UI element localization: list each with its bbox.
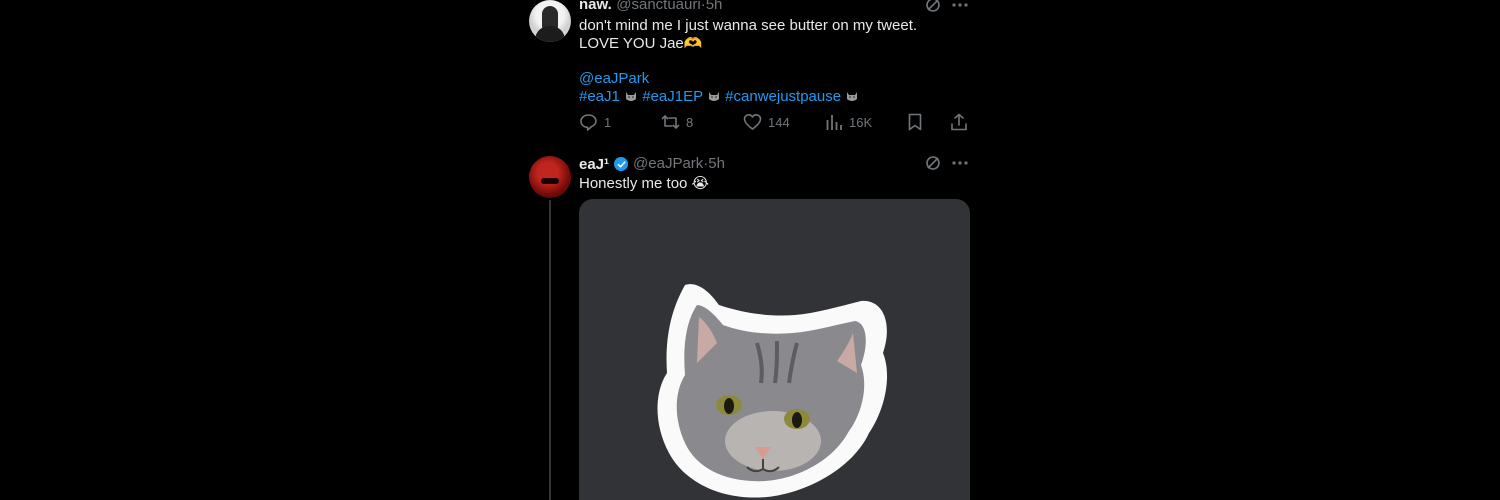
bookmark-icon bbox=[908, 113, 922, 131]
repost-icon bbox=[661, 115, 680, 129]
cat-sticker-image bbox=[657, 284, 888, 498]
tweet2-author-handle[interactable]: @eaJPark bbox=[633, 155, 703, 172]
tweet1-hashtags: #eaJ1 #eaJ1EP #canwejustpause bbox=[579, 88, 859, 105]
repost-count: 8 bbox=[686, 114, 694, 130]
grok-icon[interactable] bbox=[925, 0, 941, 13]
tweet2-media[interactable] bbox=[579, 199, 970, 500]
tweet1-author-name[interactable]: naw. bbox=[579, 0, 612, 13]
cat-emoji-icon bbox=[624, 88, 638, 105]
cat-emoji-icon bbox=[707, 88, 721, 105]
tweet1-mention[interactable]: @eaJPark bbox=[579, 70, 649, 87]
views-icon bbox=[826, 115, 842, 130]
share-button[interactable] bbox=[950, 113, 968, 131]
tweet1-action-bar: 1 8 144 16K bbox=[579, 113, 970, 133]
thread-line bbox=[549, 200, 551, 500]
tweet2-time[interactable]: 5h bbox=[708, 155, 725, 172]
avatar-eajpark[interactable] bbox=[529, 156, 571, 198]
hashtag-eaj1ep[interactable]: #eaJ1EP bbox=[642, 88, 703, 105]
tweet1-header: naw. @sanctuauri·5h bbox=[579, 0, 722, 14]
grok-icon[interactable] bbox=[925, 155, 941, 171]
tweet1-author-handle[interactable]: @sanctuauri bbox=[616, 0, 700, 13]
tweet1-text: don't mind me I just wanna see butter on… bbox=[579, 17, 918, 52]
reply-icon bbox=[580, 114, 597, 131]
tweet2-author-name[interactable]: eaJ¹ bbox=[579, 156, 609, 173]
repost-button[interactable]: 8 bbox=[661, 113, 693, 131]
reply-count: 1 bbox=[604, 114, 612, 130]
reply-button[interactable]: 1 bbox=[579, 113, 611, 131]
more-icon[interactable] bbox=[951, 155, 969, 171]
hashtag-eaj1[interactable]: #eaJ1 bbox=[579, 88, 620, 105]
more-icon[interactable] bbox=[951, 0, 969, 13]
views-button[interactable]: 16K bbox=[825, 113, 872, 131]
views-count: 16K bbox=[849, 114, 873, 130]
verified-icon bbox=[614, 157, 629, 171]
share-icon bbox=[951, 113, 967, 131]
cat-emoji-icon bbox=[845, 88, 859, 105]
tweet2-text: Honestly me too 😭 bbox=[579, 175, 710, 192]
tweet2-header: eaJ¹ @eaJPark·5h bbox=[579, 155, 725, 173]
like-count: 144 bbox=[768, 114, 790, 130]
like-icon bbox=[743, 114, 762, 130]
like-button[interactable]: 144 bbox=[743, 113, 790, 131]
bookmark-button[interactable] bbox=[907, 113, 923, 131]
hashtag-canwejustpause[interactable]: #canwejustpause bbox=[725, 88, 841, 105]
avatar-naw[interactable] bbox=[529, 0, 571, 42]
tweet1-time[interactable]: 5h bbox=[706, 0, 723, 13]
